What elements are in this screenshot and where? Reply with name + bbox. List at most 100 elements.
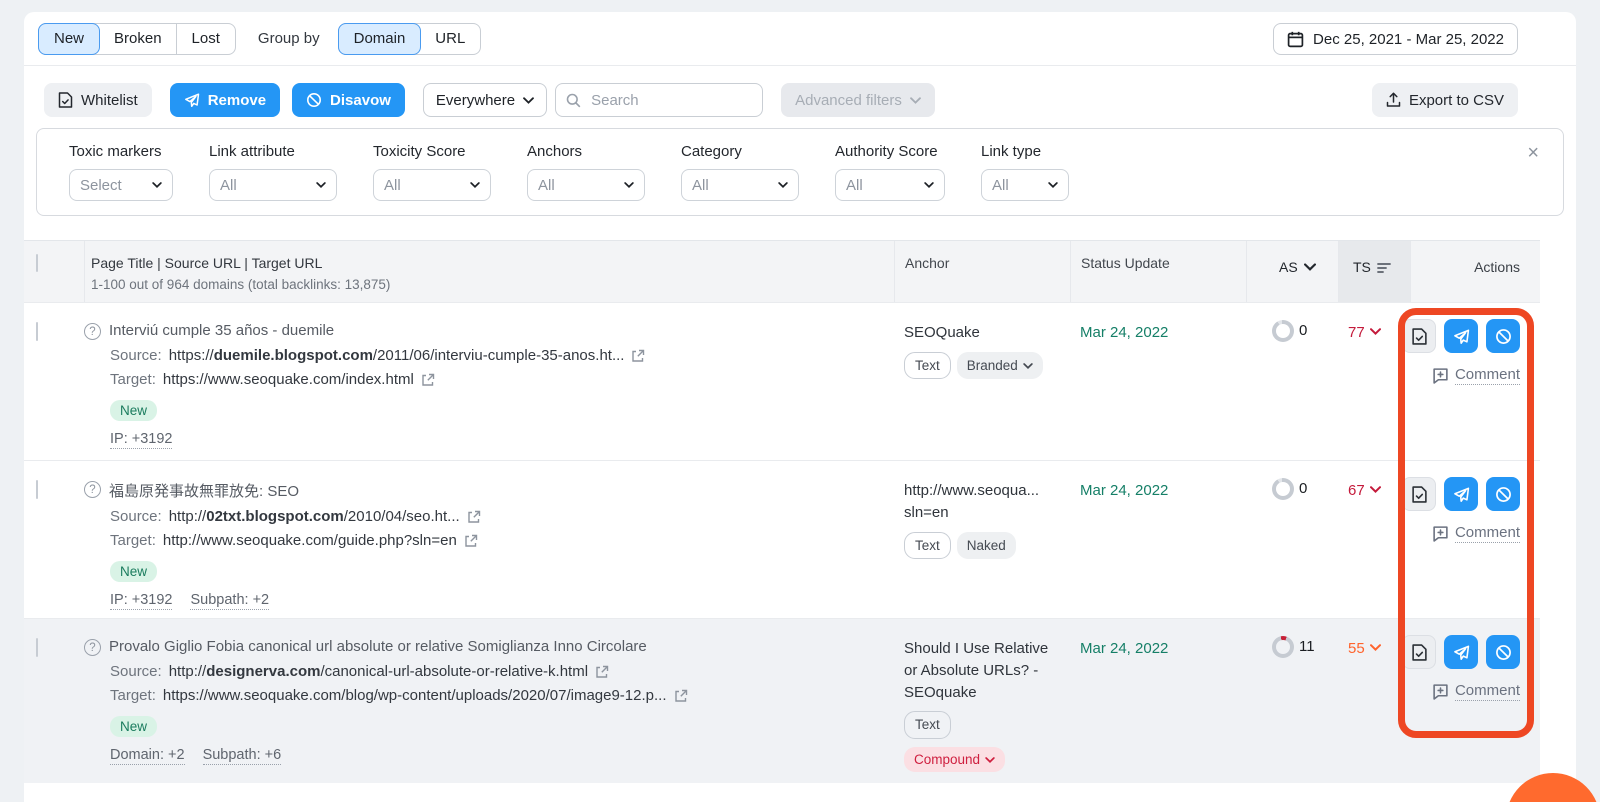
source-url[interactable]: http://02txt.blogspot.com/2010/04/seo.ht… — [169, 508, 460, 525]
tab-broken[interactable]: Broken — [98, 23, 178, 55]
whitelist-button[interactable]: Whitelist — [44, 83, 152, 117]
status-badge: New — [110, 400, 157, 421]
close-icon[interactable]: × — [1527, 143, 1539, 163]
disavow-row-button[interactable] — [1486, 635, 1520, 669]
filter-select[interactable]: Select — [69, 169, 173, 201]
backlink-audit-page: New Broken Lost Group by Domain URL Dec … — [0, 0, 1600, 802]
help-icon[interactable]: ? — [84, 481, 101, 498]
row-checkbox[interactable] — [36, 480, 38, 499]
search-scope-select[interactable]: Everywhere — [423, 83, 547, 117]
whitelist-row-button[interactable] — [1402, 477, 1436, 511]
expand-link[interactable]: Subpath: +6 — [203, 747, 282, 765]
external-link-icon[interactable] — [674, 689, 688, 703]
toxicity-score[interactable]: 55 — [1338, 619, 1410, 783]
tab-group-domain[interactable]: Domain — [338, 23, 422, 55]
tab-lost[interactable]: Lost — [176, 23, 236, 55]
help-icon[interactable]: ? — [84, 323, 101, 340]
external-link-icon[interactable] — [421, 373, 435, 387]
anchor-type-tag[interactable]: Branded — [957, 352, 1043, 380]
tab-group-url[interactable]: URL — [419, 23, 481, 55]
remove-row-button[interactable] — [1444, 319, 1478, 353]
target-label: Target: — [110, 371, 156, 388]
status-badge: New — [110, 561, 157, 582]
filter-label: Authority Score — [835, 143, 945, 160]
expand-link[interactable]: IP: +3192 — [110, 592, 172, 610]
comment-plus-icon — [1432, 367, 1449, 384]
anchor-type-tag[interactable]: Text — [904, 711, 951, 739]
expand-link[interactable]: IP: +3192 — [110, 431, 172, 449]
row-checkbox[interactable] — [36, 322, 38, 341]
anchor-type-tag-label: Text — [915, 715, 940, 735]
anchor-type-tag[interactable]: Text — [904, 532, 951, 560]
filter-select[interactable]: All — [835, 169, 945, 201]
anchor-type-tag[interactable]: Naked — [957, 532, 1016, 560]
whitelist-icon — [1412, 486, 1427, 503]
group-by-label: Group by — [258, 30, 320, 47]
target-label: Target: — [110, 687, 156, 704]
help-icon[interactable]: ? — [84, 639, 101, 656]
anchor-type-tag-label: Naked — [967, 536, 1006, 556]
expand-link[interactable]: Domain: +2 — [110, 747, 185, 765]
search-icon — [566, 93, 581, 108]
external-link-icon[interactable] — [595, 665, 609, 679]
page-title: 福島原発事故無罪放免: SEO — [109, 480, 299, 501]
filter-select-value: All — [992, 177, 1009, 194]
target-url[interactable]: https://www.seoquake.com/blog/wp-content… — [163, 687, 667, 704]
external-link-icon[interactable] — [464, 534, 478, 548]
filter-select[interactable]: All — [373, 169, 491, 201]
chevron-down-icon — [1304, 263, 1316, 271]
search-input[interactable] — [589, 91, 743, 110]
expand-link[interactable]: Subpath: +2 — [190, 592, 269, 610]
toxicity-score[interactable]: 77 — [1338, 303, 1410, 460]
remove-row-button[interactable] — [1444, 477, 1478, 511]
target-url[interactable]: http://www.seoquake.com/guide.php?sln=en — [163, 532, 457, 549]
filter-select[interactable]: All — [981, 169, 1069, 201]
bulk-actions-toolbar: Whitelist Remove Disavow Everywhere Adva… — [24, 78, 1576, 122]
content-card: New Broken Lost Group by Domain URL Dec … — [24, 12, 1576, 802]
disavow-button[interactable]: Disavow — [292, 83, 405, 117]
target-url[interactable]: https://www.seoquake.com/index.html — [163, 371, 414, 388]
column-header-ts[interactable]: TS — [1338, 241, 1410, 302]
filter-label: Toxic markers — [69, 143, 173, 160]
remove-row-button[interactable] — [1444, 635, 1478, 669]
filter-select[interactable]: All — [209, 169, 337, 201]
filter-select[interactable]: All — [681, 169, 799, 201]
disavow-row-button[interactable] — [1486, 477, 1520, 511]
anchor-type-tag-label: Text — [915, 356, 940, 376]
source-url[interactable]: http://designerva.com/canonical-url-abso… — [169, 663, 588, 680]
source-label: Source: — [110, 347, 162, 364]
tab-new[interactable]: New — [38, 23, 100, 55]
whitelist-row-button[interactable] — [1402, 635, 1436, 669]
remove-button[interactable]: Remove — [170, 83, 280, 117]
no-entry-icon — [306, 92, 322, 108]
chevron-down-icon — [778, 182, 788, 188]
comment-label: Comment — [1455, 682, 1520, 701]
search-field[interactable] — [555, 83, 763, 117]
comment-button[interactable]: Comment — [1432, 524, 1520, 543]
anchor-type-tag[interactable]: Text — [904, 352, 951, 380]
column-header-as[interactable]: AS — [1246, 241, 1338, 302]
row-checkbox[interactable] — [36, 638, 38, 657]
anchor-type-tag[interactable]: Compound — [904, 747, 1005, 773]
source-url[interactable]: https://duemile.blogspot.com/2011/06/int… — [169, 347, 625, 364]
status-update-date: Mar 24, 2022 — [1070, 303, 1246, 460]
advanced-filters-button[interactable]: Advanced filters — [781, 83, 935, 117]
whitelist-row-button[interactable] — [1402, 319, 1436, 353]
authority-score-value: 11 — [1299, 638, 1315, 655]
source-url-line: Source: https://duemile.blogspot.com/201… — [110, 347, 894, 364]
date-range-picker[interactable]: Dec 25, 2021 - Mar 25, 2022 — [1273, 23, 1518, 55]
comment-button[interactable]: Comment — [1432, 366, 1520, 385]
disavow-row-button[interactable] — [1486, 319, 1520, 353]
external-link-icon[interactable] — [467, 510, 481, 524]
filter-select[interactable]: All — [527, 169, 645, 201]
comment-button[interactable]: Comment — [1432, 682, 1520, 701]
whitelist-icon — [1412, 644, 1427, 661]
meta-links: IP: +3192 Subpath: +2 — [110, 592, 894, 610]
export-to-csv-button[interactable]: Export to CSV — [1372, 83, 1518, 117]
select-all-checkbox[interactable] — [36, 254, 38, 272]
column-header-anchor: Anchor — [894, 241, 1070, 302]
external-link-icon[interactable] — [631, 349, 645, 363]
toxicity-score[interactable]: 67 — [1338, 461, 1410, 618]
anchor-type-tag-label: Compound — [914, 750, 980, 770]
filter-group-toxic-markers: Toxic markers Select — [69, 143, 173, 215]
